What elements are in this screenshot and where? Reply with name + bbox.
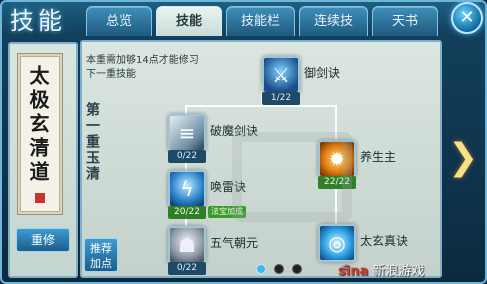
vortex-icon: ◎	[318, 224, 356, 262]
skill-node-yangshengzhu[interactable]: ✹ 养生主 22/22	[318, 140, 438, 190]
school-title: 太极玄清道	[26, 65, 50, 185]
skill-node-huanleijue[interactable]: ϟ 唤雷诀 20/22 法宝加成	[168, 170, 288, 220]
tab-combo[interactable]: 连续技	[299, 6, 369, 36]
page-dot-1[interactable]	[256, 264, 266, 274]
skill-node-pomojianjue[interactable]: ≡ 破魔剑诀 0/22	[168, 114, 288, 164]
tab-overview[interactable]: 总览	[86, 6, 152, 36]
tab-heavenly-book[interactable]: 天书	[372, 6, 439, 36]
skill-name: 破魔剑诀	[210, 124, 259, 138]
next-page-arrow[interactable]: ❯	[448, 140, 478, 176]
chevron-right-icon: ❯	[448, 137, 479, 178]
lightning-icon: ϟ	[168, 170, 206, 208]
page-indicator	[256, 264, 302, 274]
blade-icon: ≡	[168, 114, 206, 152]
recommend-label: 推荐加点	[90, 242, 112, 270]
skill-level-count: 20/22	[168, 206, 206, 219]
seal-stamp	[35, 193, 45, 203]
skill-level-count: 22/22	[318, 176, 356, 189]
skill-level-count: 0/22	[168, 262, 206, 275]
tier-label: 第一重玉清	[84, 102, 100, 182]
skill-level-count: 0/22	[168, 150, 206, 163]
skill-tree-board: 本重需加够14点才能修习下一重技能 ⚔ 御剑诀 1/22 ≡ 破魔剑诀 0/22…	[80, 40, 442, 278]
fire-orb-icon: ✹	[318, 140, 356, 178]
skill-node-yujianjue[interactable]: ⚔ 御剑诀 1/22	[262, 56, 382, 106]
close-icon: ✕	[459, 7, 475, 28]
tab-skill-bar[interactable]: 技能栏	[226, 6, 296, 36]
skill-name: 唤雷诀	[210, 180, 247, 194]
school-scroll: 太极玄清道	[20, 56, 60, 212]
tab-skills[interactable]: 技能	[156, 6, 222, 36]
figure-icon: ☗	[168, 226, 206, 264]
skill-name: 养生主	[360, 150, 397, 164]
window-title: 技能	[10, 7, 66, 35]
sina-logo: sina	[338, 264, 369, 279]
close-button[interactable]: ✕	[451, 2, 483, 34]
rebuild-button[interactable]: 重修	[16, 228, 70, 252]
watermark: sina 新浪游戏	[338, 260, 424, 279]
school-panel: 太极玄清道 重修	[8, 42, 78, 278]
skill-name: 五气朝元	[210, 236, 259, 250]
recommend-points-button[interactable]: 推荐加点	[84, 238, 118, 272]
page-dot-3[interactable]	[292, 264, 302, 274]
tab-bar: 总览 技能 技能栏 连续技 天书	[86, 6, 439, 36]
skill-name: 太玄真诀	[360, 234, 409, 248]
artifact-bonus-badge: 法宝加成	[208, 206, 246, 218]
sword-icon: ⚔	[262, 56, 300, 94]
skill-level-count: 1/22	[262, 92, 300, 105]
skill-name: 御剑诀	[304, 66, 341, 80]
page-dot-2[interactable]	[274, 264, 284, 274]
watermark-text: 新浪游戏	[372, 264, 425, 279]
